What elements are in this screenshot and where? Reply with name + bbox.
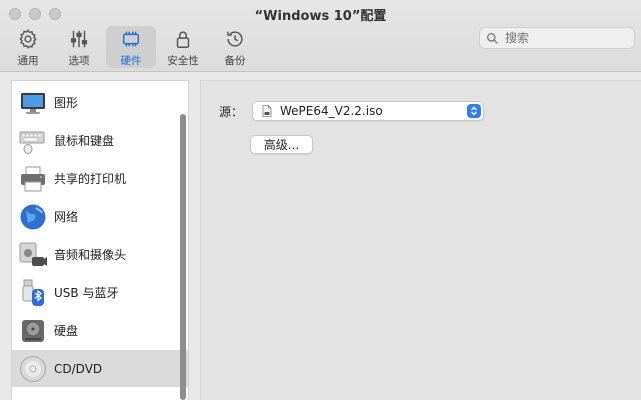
sidebar-item-mouse-keyboard[interactable]: 鼠标和键盘 [12, 122, 188, 159]
search-input[interactable] [505, 31, 625, 45]
tab-options[interactable]: 选项 [54, 26, 104, 68]
tab-backup[interactable]: 备份 [210, 26, 260, 68]
disc-icon [18, 354, 48, 384]
sidebar-item-label: 硬盘 [54, 324, 79, 338]
hardware-sidebar: 图形 鼠标和键盘 共享的打印机 网络 音频和摄像头 USB 与蓝牙 硬盘 CD/… [11, 80, 189, 400]
sidebar-item-graphics[interactable]: 图形 [12, 84, 188, 121]
lock-icon [176, 31, 190, 48]
search-icon [486, 32, 498, 44]
printer-icon [18, 164, 48, 194]
tab-general-label: 通用 [17, 55, 39, 67]
sidebar-item-label: USB 与蓝牙 [54, 286, 119, 300]
hard-disk-icon [18, 316, 48, 346]
sidebar-item-label: 图形 [54, 96, 79, 110]
sidebar-item-label: CD/DVD [54, 361, 103, 376]
search-field[interactable] [479, 27, 635, 49]
keyboard-mouse-icon [18, 126, 48, 156]
usb-bluetooth-icon [18, 278, 48, 308]
sidebar-item-label: 共享的打印机 [54, 172, 127, 186]
window-title: “Windows 10”配置 [254, 9, 387, 24]
sidebar-item-label: 鼠标和键盘 [54, 134, 115, 148]
tab-general[interactable]: 通用 [3, 26, 53, 68]
sidebar-item-cd-dvd[interactable]: CD/DVD [12, 350, 188, 387]
sidebar-item-label: 音频和摄像头 [54, 248, 127, 262]
source-label: 源： [219, 105, 244, 119]
sidebar-item-shared-printer[interactable]: 共享的打印机 [12, 160, 188, 197]
display-icon [18, 88, 48, 118]
speaker-camera-icon [18, 240, 48, 270]
tab-hardware-label: 硬件 [120, 55, 142, 67]
advanced-button[interactable]: 高级... [250, 135, 313, 154]
chip-icon [122, 31, 140, 47]
sidebar-scrollbar[interactable] [180, 114, 186, 400]
sidebar-item-network[interactable]: 网络 [12, 198, 188, 235]
sidebar-item-label: 网络 [54, 210, 79, 224]
tab-options-label: 选项 [68, 55, 90, 67]
tab-hardware[interactable]: 硬件 [106, 26, 156, 68]
file-icon [262, 105, 272, 117]
sliders-icon [70, 30, 88, 48]
tab-backup-label: 备份 [224, 55, 246, 67]
source-value: WePE64_V2.2.iso [280, 104, 383, 118]
sidebar-item-usb-bluetooth[interactable]: USB 与蓝牙 [12, 274, 188, 311]
sidebar-item-hard-disk[interactable]: 硬盘 [12, 312, 188, 349]
settings-pane [200, 80, 641, 400]
gear-icon [19, 29, 37, 49]
tab-security[interactable]: 安全性 [158, 26, 208, 68]
tab-security-label: 安全性 [167, 55, 199, 67]
title-bar: “Windows 10”配置 通用 选项 硬件 安全性 备份 搜索 [0, 0, 641, 72]
globe-icon [18, 202, 48, 232]
source-select[interactable]: WePE64_V2.2.iso [252, 101, 484, 121]
sidebar-item-audio-camera[interactable]: 音频和摄像头 [12, 236, 188, 273]
chevron-updown-icon[interactable] [467, 104, 481, 118]
history-icon [226, 31, 243, 47]
